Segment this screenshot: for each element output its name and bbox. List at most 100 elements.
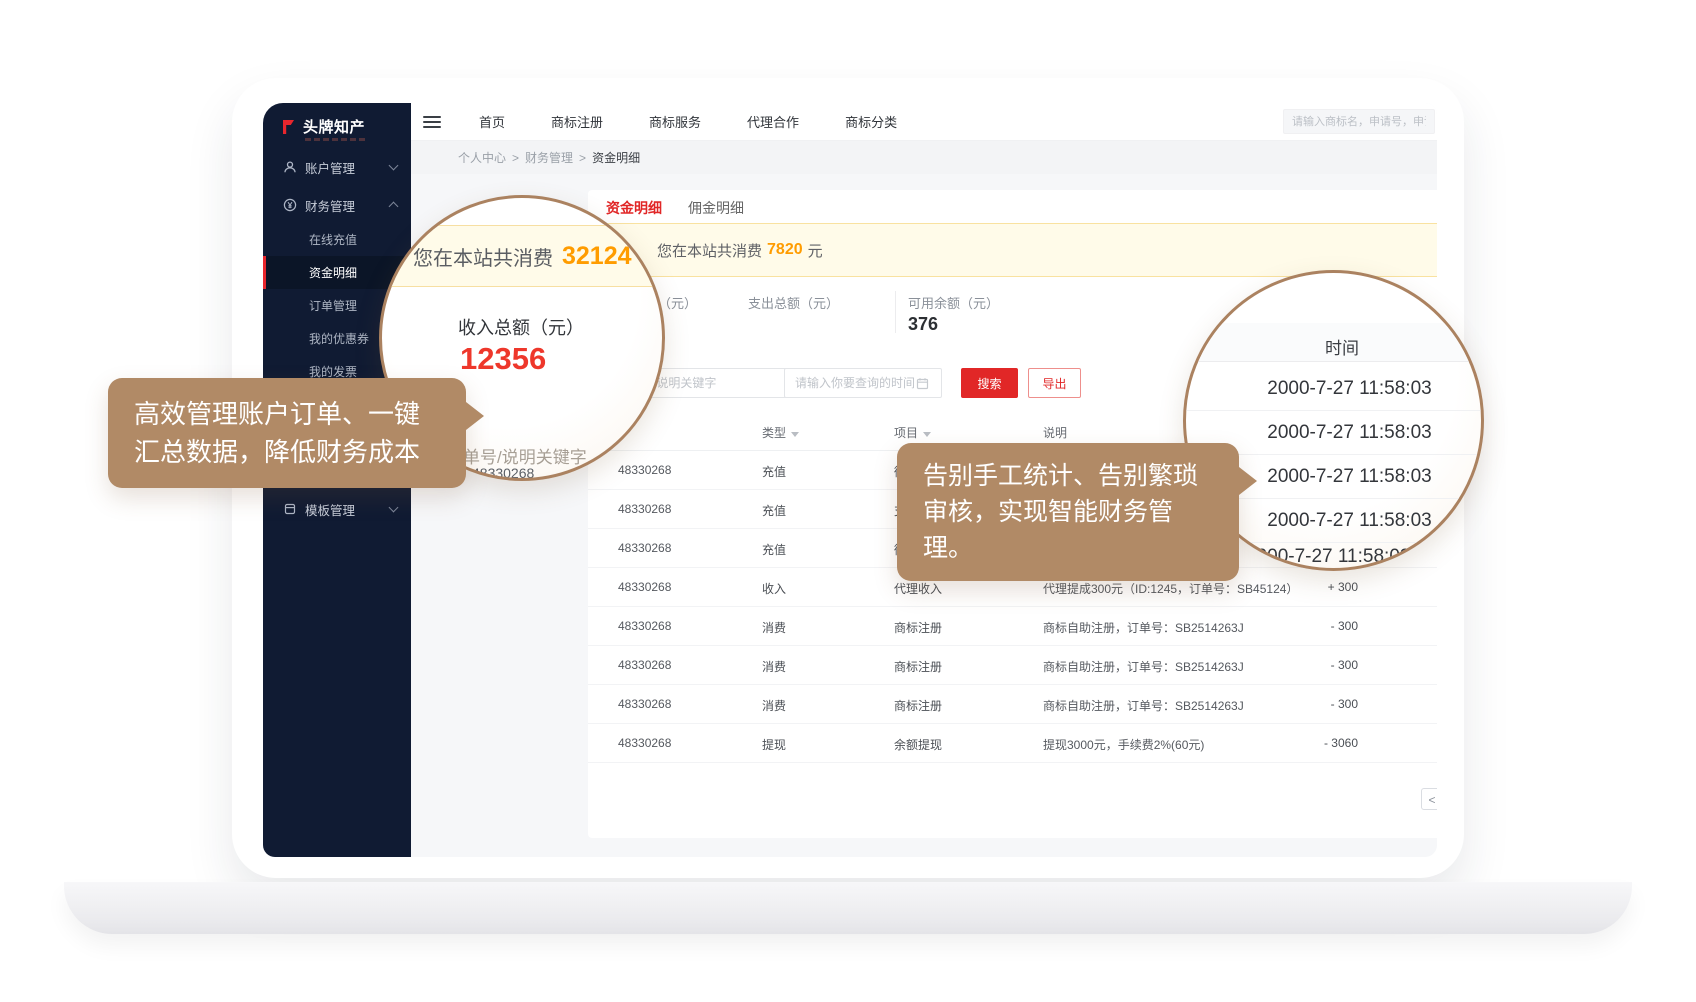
banner-unit: 元 <box>808 240 823 261</box>
lens-time-partial: 2000-7-27 11:58:03 <box>1246 546 1410 568</box>
table-row[interactable]: 48330268 消费 商标注册 商标自助注册，订单号：SB2514263J - 300… <box>588 606 1437 646</box>
breadcrumb-item[interactable]: 个人中心 <box>458 149 506 166</box>
cell-amount: + 300 <box>1248 580 1358 594</box>
cell-order-no: 48330268 <box>618 736 671 750</box>
banner-text: 您在本站共消费 <box>657 240 762 261</box>
cell-project: 商标注册 <box>894 658 942 675</box>
cell-order-no: 48330268 <box>618 619 671 633</box>
lens-income-label: 收入总额（元） <box>458 314 584 340</box>
column-header-type[interactable]: 类型 <box>762 424 799 441</box>
cell-desc: 商标自助注册，订单号：SB2514263J <box>1043 619 1244 636</box>
table-row[interactable]: 48330268消费商标注册商标自助注册，订单号：SB2514263J- 300… <box>588 645 1437 685</box>
chevron-up-icon <box>389 202 399 212</box>
cell-type: 消费 <box>762 697 786 714</box>
lens-time-value: 2000-7-27 11:58:03 <box>1222 378 1477 400</box>
callout-left: 高效管理账户订单、一键 汇总数据，降低财务成本 <box>108 378 466 488</box>
sidebar-item-label: 资金明细 <box>309 264 357 281</box>
cell-type: 消费 <box>762 619 786 636</box>
column-header-project[interactable]: 项目 <box>894 424 931 441</box>
cell-type: 充值 <box>762 463 786 480</box>
search-button[interactable]: 搜索 <box>961 368 1018 398</box>
lens-time-value: 2000-7-27 11:58:03 <box>1222 510 1477 532</box>
nav-item-agency[interactable]: 代理合作 <box>747 112 799 131</box>
nav-item-trademark-category[interactable]: 商标分类 <box>845 112 897 131</box>
user-icon <box>283 160 297 174</box>
sidebar-item-label: 我的优惠券 <box>309 330 369 347</box>
cell-order-no: 48330268 <box>618 541 671 555</box>
cell-desc: 商标自助注册，订单号：SB2514263J <box>1043 697 1244 714</box>
callout-right: 告别手工统计、告别繁琐 审核，实现智能财务管 理。 <box>897 443 1239 581</box>
cell-amount: - 300 <box>1248 619 1358 633</box>
table-row[interactable]: 48330268消费商标注册商标自助注册，订单号：SB2514263J- 300… <box>588 684 1437 724</box>
callout-text: 理。 <box>923 530 1213 566</box>
stat-balance-label: 可用余额（元） <box>908 293 999 312</box>
table-row[interactable]: 48330268提现余额提现提现3000元，手续费2%(60元)- 3060¥ … <box>588 723 1437 763</box>
sidebar-item-templates[interactable]: 模板管理 <box>263 491 411 527</box>
calendar-icon[interactable] <box>916 377 929 390</box>
lens-time-value: 2000-7-27 11:58:03 <box>1222 422 1477 444</box>
lens-income-value: 12356 <box>460 341 546 377</box>
cell-type: 收入 <box>762 580 786 597</box>
cell-desc: 提现3000元，手续费2%(60元) <box>1043 736 1204 753</box>
top-menu: 首页 商标注册 商标服务 代理合作 商标分类 <box>479 112 897 131</box>
sidebar-item-label: 账户管理 <box>305 158 355 177</box>
cell-type: 消费 <box>762 658 786 675</box>
cell-order-no: 48330268 <box>618 697 671 711</box>
cell-project: 余额提现 <box>894 736 942 753</box>
sidebar-item-label: 财务管理 <box>305 196 355 215</box>
cell-order-no: 48330268 <box>618 502 671 516</box>
cell-order-no: 48330268 <box>618 580 671 594</box>
cell-amount: - 300 <box>1248 658 1358 672</box>
lens-time-value: 2000-7-27 11:58:03 <box>1222 466 1477 488</box>
top-navbar: 首页 商标注册 商标服务 代理合作 商标分类 <box>411 103 1437 141</box>
breadcrumb: 个人中心 > 财务管理 > 资金明细 <box>411 141 1437 174</box>
finance-icon <box>283 198 297 212</box>
nav-item-trademark-service[interactable]: 商标服务 <box>649 112 701 131</box>
cell-desc: 商标自助注册，订单号：SB2514263J <box>1043 658 1244 675</box>
lens-time-header: 时间 <box>1325 334 1359 359</box>
sidebar-item-account[interactable]: 账户管理 <box>263 149 411 185</box>
cell-type: 提现 <box>762 736 786 753</box>
laptop-base <box>64 882 1632 934</box>
nav-item-home[interactable]: 首页 <box>479 112 505 131</box>
cell-project: 代理收入 <box>894 580 942 597</box>
brand-tagline <box>305 138 367 141</box>
stat-balance-value: 376 <box>908 314 938 335</box>
cell-project: 商标注册 <box>894 619 942 636</box>
pagination: < 1 2 3 4 5 <box>1421 788 1437 810</box>
global-search-input[interactable] <box>1283 109 1435 134</box>
chevron-down-icon <box>389 503 399 513</box>
cell-type: 充值 <box>762 502 786 519</box>
consumption-banner: 您在本站共消费 7820 元 <box>606 223 1437 277</box>
sidebar-item-finance[interactable]: 财务管理 <box>263 187 411 223</box>
export-button[interactable]: 导出 <box>1028 368 1081 398</box>
sidebar-item-label: 模板管理 <box>305 500 355 519</box>
lens-banner: 您在本站共消费 32124 <box>379 225 665 287</box>
brand-name: 头牌知产 <box>303 116 365 137</box>
hamburger-menu-icon[interactable] <box>423 116 441 128</box>
banner-amount: 7820 <box>767 241 803 259</box>
tab-commission-detail[interactable]: 佣金明细 <box>688 198 744 218</box>
callout-text: 审核，实现智能财务管 <box>923 494 1213 530</box>
breadcrumb-separator: > <box>579 151 586 165</box>
page: 头牌知产 账户管理 财务管理 在线充值 资金明细 订单管理 我的优惠券 我的发票 <box>0 0 1696 1002</box>
template-icon <box>283 502 297 516</box>
callout-arrow-icon <box>1239 467 1257 495</box>
tab-fund-detail[interactable]: 资金明细 <box>606 198 662 218</box>
stat-expense-label: 支出总额（元） <box>748 293 839 312</box>
callout-text: 汇总数据，降低财务成本 <box>134 433 440 471</box>
callout-text: 告别手工统计、告别繁琐 <box>923 458 1213 494</box>
breadcrumb-current: 资金明细 <box>592 149 640 166</box>
sort-caret-icon <box>791 432 799 437</box>
breadcrumb-separator: > <box>512 151 519 165</box>
cell-type: 充值 <box>762 541 786 558</box>
callout-text: 高效管理账户订单、一键 <box>134 395 440 433</box>
cell-project: 商标注册 <box>894 697 942 714</box>
lens-banner-text: 您在本站共消费 <box>413 242 553 271</box>
pagination-prev-button[interactable]: < <box>1421 788 1437 810</box>
brand-logo[interactable]: 头牌知产 <box>278 116 365 137</box>
breadcrumb-item[interactable]: 财务管理 <box>525 149 573 166</box>
cell-order-no: 48330268 <box>618 463 671 477</box>
brand-logo-icon <box>278 117 298 137</box>
nav-item-trademark-register[interactable]: 商标注册 <box>551 112 603 131</box>
